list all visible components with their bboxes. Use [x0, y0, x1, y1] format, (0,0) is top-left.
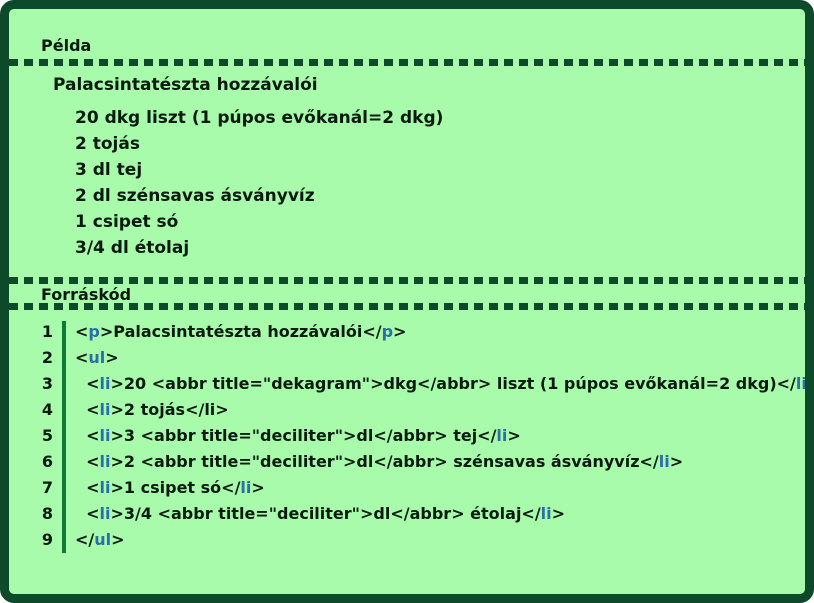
line-number: 3	[41, 374, 53, 393]
code-fragment: >2 tojás</li>	[110, 400, 229, 419]
code-line: 8 <li>3/4 <abbr title="deciliter">dl</ab…	[29, 501, 805, 527]
line-number: 1	[41, 322, 53, 341]
code-text: <li>2 <abbr title="deciliter">dl</abbr> …	[75, 449, 683, 475]
tag-name: li	[99, 452, 111, 471]
recipe-title: Palacsintatészta hozzávalói	[53, 75, 318, 95]
line-number: 9	[41, 530, 53, 549]
ingredient-item: 2 dl szénsavas ásványvíz	[75, 186, 315, 206]
code-line: 1 <p>Palacsintatészta hozzávalói</p>	[29, 319, 805, 345]
ingredient-item: 2 tojás	[75, 134, 140, 154]
line-number: 8	[41, 504, 53, 523]
tag-name: li	[540, 504, 552, 523]
code-line: 7 <li>1 csipet só</li>	[29, 475, 805, 501]
code-text: <li>3 <abbr title="deciliter">dl</abbr> …	[75, 423, 521, 449]
code-text: <ul>	[75, 345, 119, 371]
code-fragment: <	[75, 426, 100, 445]
code-text: <li>1 csipet só</li>	[75, 475, 265, 501]
code-fragment: >	[669, 452, 684, 471]
code-fragment: <	[75, 348, 89, 367]
tag-name: li	[99, 400, 111, 419]
dotted-divider-middle	[9, 277, 805, 284]
code-fragment: >3/4 <abbr title="deciliter">dl</abbr> é…	[110, 504, 541, 523]
ingredient-item: 3/4 dl étolaj	[75, 238, 190, 258]
tag-name: li	[99, 478, 111, 497]
code-fragment: </	[75, 530, 95, 549]
tag-name: li	[795, 374, 807, 393]
code-text: <p>Palacsintatészta hozzávalói</p>	[75, 319, 406, 345]
code-fragment: <	[75, 504, 100, 523]
line-number: 5	[41, 426, 53, 445]
code-line: 5 <li>3 <abbr title="deciliter">dl</abbr…	[29, 423, 805, 449]
code-text: <li>3/4 <abbr title="deciliter">dl</abbr…	[75, 501, 565, 527]
ingredient-list: 20 dkg liszt (1 púpos evőkanál=2 dkg) 2 t…	[75, 105, 443, 261]
tag-name: ul	[94, 530, 112, 549]
code-fragment: <	[75, 400, 100, 419]
example-panel: Példa Palacsintatészta hozzávalói 20 dkg…	[0, 0, 814, 603]
tag-name: p	[381, 322, 394, 341]
dotted-divider-bottom	[9, 303, 805, 310]
tag-name: p	[88, 322, 100, 341]
code-fragment: <	[75, 322, 89, 341]
tag-name: li	[496, 426, 508, 445]
tag-name: li	[99, 426, 111, 445]
tag-name: li	[658, 452, 670, 471]
code-fragment: <	[75, 374, 100, 393]
code-fragment: >	[551, 504, 566, 523]
tag-name: ul	[88, 348, 106, 367]
tag-name: li	[99, 374, 111, 393]
tag-name: li	[99, 504, 111, 523]
code-line: 3 <li>20 <abbr title="dekagram">dkg</abb…	[29, 371, 814, 397]
ingredient-item: 3 dl tej	[75, 160, 143, 180]
ingredient-item: 1 csipet só	[75, 212, 179, 232]
code-fragment: >20 <abbr title="dekagram">dkg</abbr> li…	[110, 374, 796, 393]
code-fragment: >1 csipet só</	[110, 478, 241, 497]
code-text: <li>20 <abbr title="dekagram">dkg</abbr>…	[75, 371, 814, 397]
code-line: 2 <ul>	[29, 345, 805, 371]
source-code-block: 1 <p>Palacsintatészta hozzávalói</p> 2 <ul>…	[29, 319, 814, 553]
code-line: 6 <li>2 <abbr title="deciliter">dl</abbr…	[29, 449, 805, 475]
code-fragment: >	[111, 530, 125, 549]
line-number: 6	[41, 452, 53, 471]
code-fragment: >	[807, 374, 814, 393]
line-number: 2	[41, 348, 53, 367]
dotted-divider-top	[9, 59, 805, 66]
code-fragment: >3 <abbr title="deciliter">dl</abbr> tej…	[110, 426, 497, 445]
code-fragment: <	[75, 452, 100, 471]
tag-name: li	[240, 478, 252, 497]
code-text: <li>2 tojás</li>	[75, 397, 229, 423]
code-fragment: >	[105, 348, 119, 367]
example-heading: Példa	[41, 36, 92, 55]
code-text: </ul>	[75, 527, 125, 553]
ingredient-item: 20 dkg liszt (1 púpos evőkanál=2 dkg)	[75, 108, 444, 128]
code-fragment: >Palacsintatészta hozzávalói</	[99, 322, 382, 341]
code-fragment: <	[75, 478, 100, 497]
code-fragment: >	[251, 478, 265, 497]
code-line: 9 </ul>	[29, 527, 805, 553]
code-fragment: >	[393, 322, 407, 341]
source-heading: Forráskód	[41, 285, 132, 304]
code-line: 4 <li>2 tojás</li>	[29, 397, 805, 423]
code-fragment: >2 <abbr title="deciliter">dl</abbr> szé…	[110, 452, 659, 471]
line-number: 4	[41, 400, 53, 419]
line-number: 7	[41, 478, 53, 497]
code-fragment: >	[507, 426, 521, 445]
